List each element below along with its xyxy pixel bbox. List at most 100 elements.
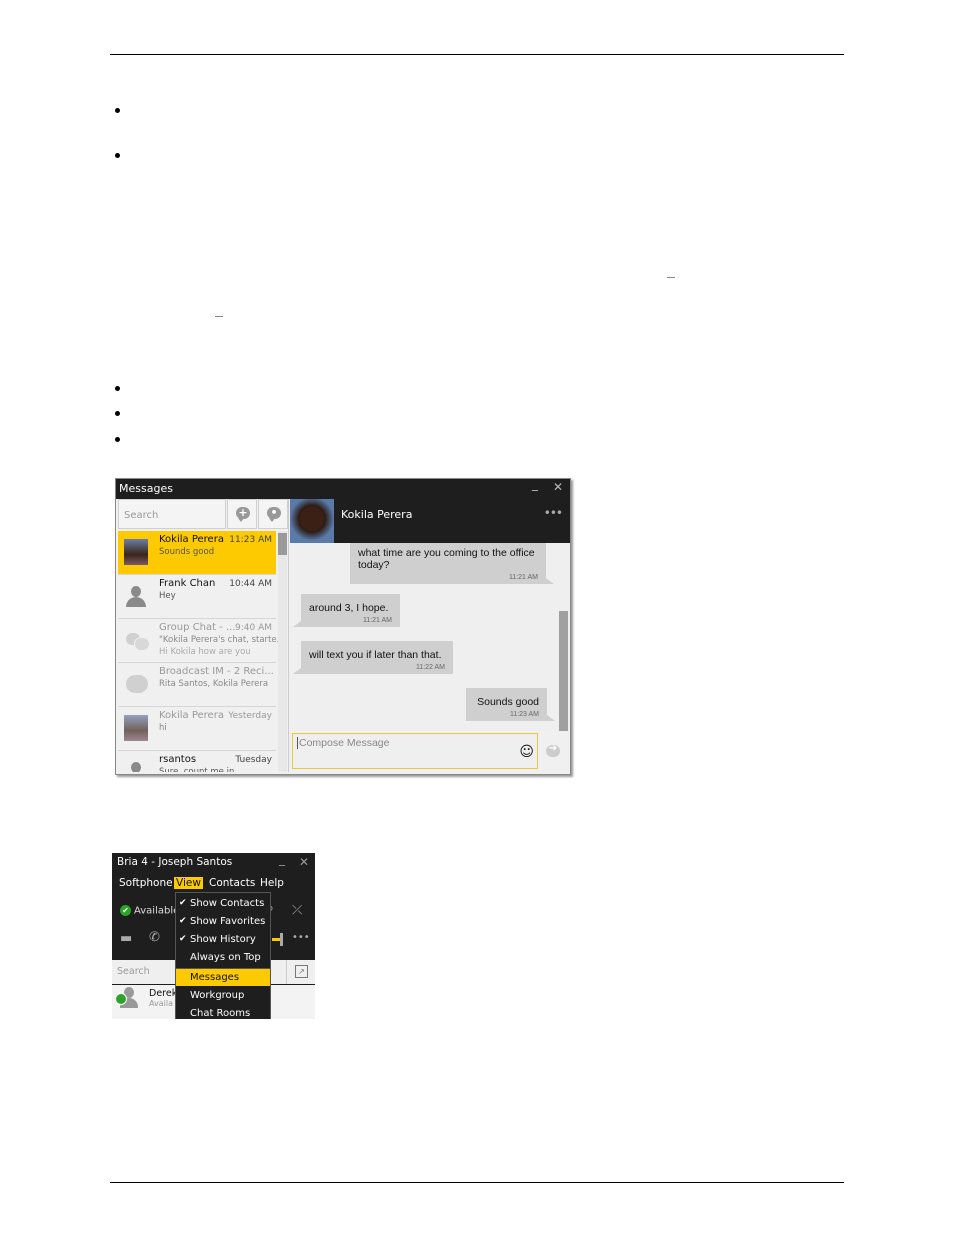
close-button[interactable]: ✕ (553, 480, 563, 494)
message-bubble: what time are you coming to the office t… (350, 543, 554, 584)
menu-item-chat-rooms[interactable]: Chat Rooms (176, 1005, 270, 1019)
conversation-name: Broadcast IM - 2 Reci... (159, 666, 274, 677)
available-icon: ✔ (120, 905, 131, 916)
footer-rule (110, 1182, 844, 1183)
conversation-item[interactable]: Group Chat - ... 9:40 AM "Kokila Perera'… (118, 619, 285, 663)
more-options-button[interactable]: ••• (292, 932, 310, 943)
bullet (115, 437, 120, 442)
conversation-preview: Sure, count me in (159, 767, 235, 772)
message-time: 11:21 AM (362, 617, 392, 624)
contact-avatar (290, 499, 334, 543)
chat-header: Kokila Perera ••• (290, 499, 570, 543)
volume-slider[interactable] (272, 938, 280, 941)
menu-help[interactable]: Help (258, 877, 286, 889)
message-time: 11:21 AM (508, 574, 538, 581)
minimize-button[interactable]: _ (279, 853, 285, 866)
new-group-message-button[interactable]: • (258, 499, 288, 529)
end-call-icon[interactable]: ⤫ (292, 903, 302, 918)
video-call-icon[interactable]: ▬ (120, 931, 132, 946)
broadcast-icon (124, 671, 148, 697)
menu-view[interactable]: View (174, 877, 203, 889)
bria-window: Bria 4 - Joseph Santos _ ✕ Softphone Vie… (112, 853, 315, 1019)
bullet (115, 108, 120, 113)
message-bubble: will text you if later than that. 11:22 … (293, 641, 453, 674)
new-message-icon: + (236, 506, 250, 522)
presence-status[interactable]: ✔ Available (120, 905, 179, 917)
menu-item-label: Always on Top (190, 952, 261, 963)
conversation-time: Yesterday (228, 711, 272, 721)
compose-message-input[interactable]: Compose Message ☺ (292, 733, 538, 769)
more-options-button[interactable]: ••• (544, 506, 563, 520)
conversation-time: 11:23 AM (229, 535, 272, 545)
menu-item-always-on-top[interactable]: Always on Top (176, 949, 270, 966)
menu-softphone[interactable]: Softphone (117, 877, 175, 889)
conversation-name: Frank Chan (159, 578, 216, 589)
search-input[interactable]: Search (118, 499, 226, 529)
conversation-item[interactable]: Kokila Perera Yesterday hi (118, 707, 276, 751)
message-time: 11:22 AM (415, 664, 445, 671)
emoji-icon[interactable]: ☺ (519, 744, 534, 760)
message-history: what time are you coming to the office t… (290, 543, 570, 731)
send-icon: ➔ (548, 743, 558, 754)
contact-name: Derek (149, 988, 178, 999)
menu-item-messages[interactable]: Messages (176, 969, 270, 986)
volume-slider-handle[interactable] (280, 933, 283, 946)
view-menu-dropdown: ✔ Show Contacts ✔ Show Favorites ✔ Show … (175, 892, 271, 1019)
conversation-item[interactable]: rsantos Tuesday Sure, count me in (118, 751, 276, 772)
available-icon (115, 993, 127, 1005)
bullet (115, 386, 120, 391)
conversation-name: Kokila Perera (159, 710, 224, 721)
check-icon: ✔ (179, 934, 187, 944)
messages-titlebar: Messages _ ✕ (116, 477, 570, 499)
compose-placeholder: Compose Message (297, 737, 390, 749)
minimize-button[interactable]: _ (532, 477, 538, 491)
conversation-time: 9:40 AM (235, 623, 272, 633)
close-button[interactable]: ✕ (299, 855, 309, 869)
group-chat-icon (124, 627, 150, 653)
conversation-scrollbar[interactable] (278, 531, 287, 772)
status-label: Available (134, 905, 180, 917)
new-group-message-icon: • (267, 506, 281, 522)
scroll-thumb[interactable] (278, 533, 287, 555)
conversation-time: Tuesday (235, 755, 272, 765)
avatar (124, 539, 148, 565)
menu-item-label: Show History (190, 934, 256, 945)
conversation-preview: Hey (159, 591, 176, 601)
chat-pane: Kokila Perera ••• what time are you comi… (290, 499, 570, 772)
messages-window: Messages _ ✕ Search + • Kokila Perera 11… (115, 477, 571, 775)
conversation-item[interactable]: Broadcast IM - 2 Reci... Rita Santos, Ko… (118, 663, 276, 707)
phone-call-icon[interactable]: ✆ (149, 930, 160, 945)
window-title: Messages (119, 482, 173, 495)
header-rule (110, 54, 844, 55)
menu-item-show-favorites[interactable]: ✔ Show Favorites (176, 913, 270, 930)
check-icon: ✔ (179, 916, 187, 926)
person-icon (124, 583, 148, 609)
new-message-button[interactable]: + (227, 499, 257, 529)
message-bubble: Sounds good 11:23 AM (466, 688, 555, 721)
check-icon: ✔ (179, 898, 187, 908)
message-text: what time are you coming to the office t… (358, 547, 535, 571)
conversation-list: Kokila Perera 11:23 AM Sounds good Frank… (118, 531, 285, 772)
menu-item-show-history[interactable]: ✔ Show History (176, 931, 270, 948)
conversation-time: 10:44 AM (229, 579, 272, 589)
conversation-preview: "Kokila Perera's chat, starte... (159, 635, 285, 645)
expand-icon: ↗ (295, 965, 308, 978)
conversation-preview: Rita Santos, Kokila Perera (159, 679, 269, 689)
conversation-name: Group Chat - ... (159, 622, 236, 633)
menu-item-workgroup[interactable]: Workgroup (176, 987, 270, 1004)
menu-bar: Softphone View Contacts Help (112, 876, 315, 892)
conversation-preview-secondary: Hi Kokila how are you (159, 647, 251, 657)
message-bubble: around 3, I hope. 11:21 AM (293, 594, 400, 627)
message-text: will text you if later than that. (309, 649, 442, 661)
expand-button[interactable]: ↗ (286, 960, 315, 984)
conversation-preview: Sounds good (159, 547, 215, 557)
menu-contacts[interactable]: Contacts (207, 877, 257, 889)
bullet (115, 411, 120, 416)
scroll-thumb[interactable] (559, 611, 568, 731)
conversation-item[interactable]: Kokila Perera 11:23 AM Sounds good (118, 531, 276, 575)
conversation-item[interactable]: Frank Chan 10:44 AM Hey (118, 575, 276, 619)
send-button[interactable]: ➔ (546, 743, 560, 757)
menu-item-show-contacts[interactable]: ✔ Show Contacts (176, 895, 270, 912)
menu-item-label: Show Contacts (190, 898, 265, 909)
chat-scrollbar[interactable] (559, 543, 568, 731)
